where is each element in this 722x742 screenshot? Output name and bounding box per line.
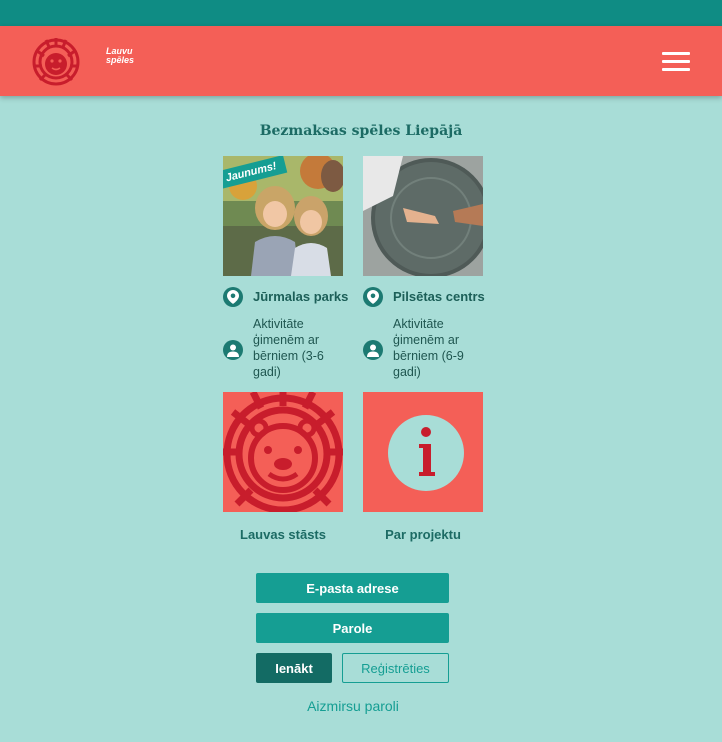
email-field[interactable]: E-pasta adrese (256, 573, 449, 603)
map-pin-icon (363, 287, 383, 307)
lion-logo-icon (32, 38, 80, 86)
logo-line2: spēles (106, 55, 135, 65)
card-location: Pilsētas centrs (393, 289, 485, 304)
map-pin-icon (223, 287, 243, 307)
card-audience: Aktivitāte ģimenēm ar bērniem (3-6 gadi) (253, 317, 324, 379)
card-audience: Aktivitāte ģimenēm ar bērniem (6-9 gadi) (393, 317, 464, 379)
card-location-row: Pilsētas centrs (363, 287, 485, 307)
menu-hamburger-icon[interactable] (662, 52, 692, 72)
card-location-row: Jūrmalas parks (223, 287, 348, 307)
login-button[interactable]: Ienākt (256, 653, 332, 683)
info-icon[interactable] (363, 392, 483, 512)
card-audience-row: Aktivitāte ģimenēm ar bērniem (6-9 gadi) (363, 316, 473, 380)
game-card-image[interactable]: Jaunums! (223, 156, 343, 276)
lion-logo[interactable]: Lauvu spēles (30, 36, 134, 88)
site-header: Lauvu spēles (0, 26, 722, 96)
tile-label[interactable]: Lauvas stāsts (203, 527, 363, 542)
card-audience-row: Aktivitāte ģimenēm ar bērniem (3-6 gadi) (223, 316, 333, 380)
game-card-jurmalas-parks[interactable]: Jaunums! (223, 156, 343, 276)
game-card-image[interactable] (363, 156, 483, 276)
tile-lion-story[interactable] (223, 392, 343, 512)
lion-face-icon[interactable] (223, 392, 343, 512)
tile-label[interactable]: Par projektu (343, 527, 503, 542)
register-button[interactable]: Reģistrēties (342, 653, 449, 683)
game-card-pilsetas-centrs[interactable] (363, 156, 483, 276)
status-strip (0, 0, 722, 26)
forgot-password-link[interactable]: Aizmirsu paroli (0, 698, 706, 714)
tile-about-project[interactable] (363, 392, 483, 512)
page-title: Bezmaksas spēles Liepājā (259, 123, 463, 139)
card-location: Jūrmalas parks (253, 289, 349, 304)
user-icon (363, 340, 383, 360)
logo-wordmark: Lauvu spēles (106, 47, 134, 65)
manhole-photo-icon (363, 156, 483, 276)
password-field[interactable]: Parole (256, 613, 449, 643)
user-icon (223, 340, 243, 360)
